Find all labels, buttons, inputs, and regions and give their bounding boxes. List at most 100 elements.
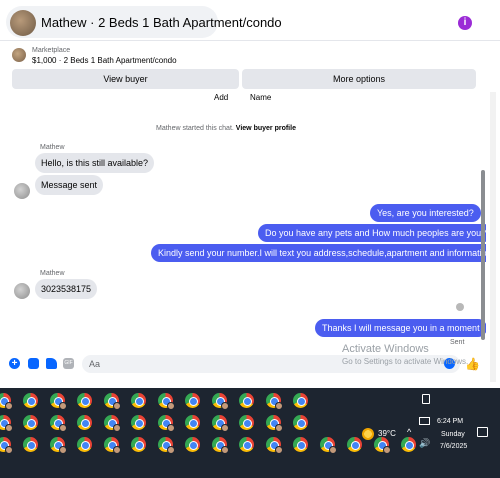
- profile-badge-icon: [113, 402, 121, 410]
- chrome-icon: [239, 415, 254, 430]
- more-options-icon[interactable]: i: [458, 16, 472, 30]
- chrome-app-icon[interactable]: [212, 393, 229, 410]
- chrome-icon: [77, 437, 92, 452]
- page-scrollbar[interactable]: [490, 92, 496, 382]
- sender-avatar[interactable]: [14, 283, 30, 299]
- chrome-app-icon[interactable]: [239, 437, 254, 452]
- chrome-app-icon[interactable]: [0, 393, 13, 410]
- chat-scrollbar-thumb[interactable]: [481, 170, 485, 340]
- chrome-app-icon[interactable]: [50, 437, 67, 454]
- chrome-icon: [239, 393, 254, 408]
- chrome-app-icon[interactable]: [50, 415, 67, 432]
- network-icon[interactable]: [419, 417, 430, 425]
- chrome-app-icon[interactable]: [185, 415, 200, 430]
- clock-time[interactable]: 6:24 PM: [437, 418, 463, 425]
- chrome-app-icon[interactable]: [239, 393, 254, 408]
- outgoing-message[interactable]: Thanks I will message you in a moment: [315, 319, 486, 337]
- chrome-app-icon[interactable]: [131, 437, 146, 452]
- outgoing-message[interactable]: Yes, are you interested?: [370, 204, 481, 222]
- chrome-app-icon[interactable]: [131, 415, 146, 430]
- chrome-app-icon[interactable]: [158, 393, 175, 410]
- chrome-app-icon[interactable]: [0, 437, 13, 454]
- sender-name: Mathew: [40, 270, 65, 277]
- chrome-icon: [239, 437, 254, 452]
- plus-icon[interactable]: +: [9, 358, 20, 369]
- volume-icon[interactable]: 🔊: [419, 438, 430, 449]
- name-label: Name: [250, 93, 272, 102]
- profile-badge-icon: [221, 424, 229, 432]
- message-status: Sent: [450, 339, 465, 346]
- chrome-app-icon[interactable]: [104, 437, 121, 454]
- chat-title[interactable]: Mathew · 2 Beds 1 Bath Apartment/condo: [41, 15, 282, 30]
- chrome-app-icon[interactable]: [185, 437, 200, 452]
- activation-watermark-title: Activate Windows: [342, 343, 429, 355]
- chrome-app-icon[interactable]: [158, 437, 175, 454]
- more-options-button[interactable]: More options: [242, 69, 476, 89]
- chrome-app-icon[interactable]: [104, 393, 121, 410]
- profile-badge-icon: [167, 424, 175, 432]
- gif-icon[interactable]: GIF: [63, 358, 74, 369]
- view-buyer-button[interactable]: View buyer: [12, 69, 239, 89]
- listing-price-title[interactable]: $1,000 · 2 Beds 1 Bath Apartment/condo: [32, 56, 177, 65]
- chrome-icon: [23, 415, 38, 430]
- profile-badge-icon: [275, 424, 283, 432]
- chrome-app-icon[interactable]: [320, 437, 337, 454]
- sender-avatar[interactable]: [14, 183, 30, 199]
- chrome-app-icon[interactable]: [77, 393, 92, 408]
- listing-thumbnail[interactable]: [12, 48, 26, 62]
- chevron-up-icon[interactable]: ^: [407, 427, 411, 437]
- add-label: Add: [214, 93, 229, 102]
- weather-icon[interactable]: [362, 428, 374, 440]
- display-icon[interactable]: [422, 394, 430, 404]
- chrome-app-icon[interactable]: [77, 415, 92, 430]
- profile-badge-icon: [167, 402, 175, 410]
- chrome-app-icon[interactable]: [401, 437, 416, 452]
- clock-day[interactable]: Sunday: [441, 431, 465, 438]
- chrome-icon: [185, 393, 200, 408]
- chrome-app-icon[interactable]: [131, 393, 146, 408]
- chrome-app-icon[interactable]: [212, 437, 229, 454]
- marketplace-listing-card: Marketplace $1,000 · 2 Beds 1 Bath Apart…: [0, 40, 500, 92]
- chrome-app-icon[interactable]: [293, 437, 308, 452]
- chrome-app-icon[interactable]: [374, 437, 391, 454]
- chrome-app-icon[interactable]: [185, 393, 200, 408]
- outgoing-message[interactable]: Kindly send your number.I will text you …: [151, 244, 486, 262]
- photo-icon[interactable]: [28, 358, 39, 369]
- chrome-icon: [77, 415, 92, 430]
- clock-date[interactable]: 7/6/2025: [440, 443, 467, 450]
- chrome-icon: [23, 437, 38, 452]
- chrome-app-icon[interactable]: [266, 393, 283, 410]
- incoming-message[interactable]: Hello, is this still available?: [35, 153, 155, 173]
- seen-indicator-avatar: [456, 303, 464, 311]
- weather-temperature[interactable]: 39°C: [378, 429, 396, 438]
- chrome-app-icon[interactable]: [77, 437, 92, 452]
- chrome-icon: [131, 415, 146, 430]
- chrome-icon: [293, 437, 308, 452]
- chrome-app-icon[interactable]: [158, 415, 175, 432]
- incoming-message[interactable]: Message sent: [35, 175, 104, 195]
- chrome-app-icon[interactable]: [293, 393, 308, 408]
- incoming-message[interactable]: 3023538175: [35, 279, 98, 299]
- chrome-app-icon[interactable]: [23, 415, 38, 430]
- chrome-app-icon[interactable]: [23, 393, 38, 408]
- profile-badge-icon: [5, 424, 13, 432]
- chrome-app-icon[interactable]: [347, 437, 362, 452]
- contact-avatar[interactable]: [10, 10, 36, 36]
- profile-badge-icon: [275, 402, 283, 410]
- marketplace-label: Marketplace: [32, 47, 71, 54]
- chrome-app-icon[interactable]: [212, 415, 229, 432]
- chrome-app-icon[interactable]: [23, 437, 38, 452]
- notification-icon[interactable]: [477, 427, 488, 437]
- chrome-app-icon[interactable]: [50, 393, 67, 410]
- chat-started-text: Mathew started this chat.: [156, 125, 234, 132]
- profile-badge-icon: [167, 446, 175, 454]
- chrome-app-icon[interactable]: [239, 415, 254, 430]
- chrome-app-icon[interactable]: [293, 415, 308, 430]
- chrome-app-icon[interactable]: [266, 437, 283, 454]
- view-buyer-profile-link[interactable]: View buyer profile: [236, 125, 296, 132]
- sticker-icon[interactable]: [46, 358, 57, 369]
- chrome-app-icon[interactable]: [104, 415, 121, 432]
- chrome-app-icon[interactable]: [266, 415, 283, 432]
- outgoing-message[interactable]: Do you have any pets and How much people…: [258, 224, 486, 242]
- chrome-app-icon[interactable]: [0, 415, 13, 432]
